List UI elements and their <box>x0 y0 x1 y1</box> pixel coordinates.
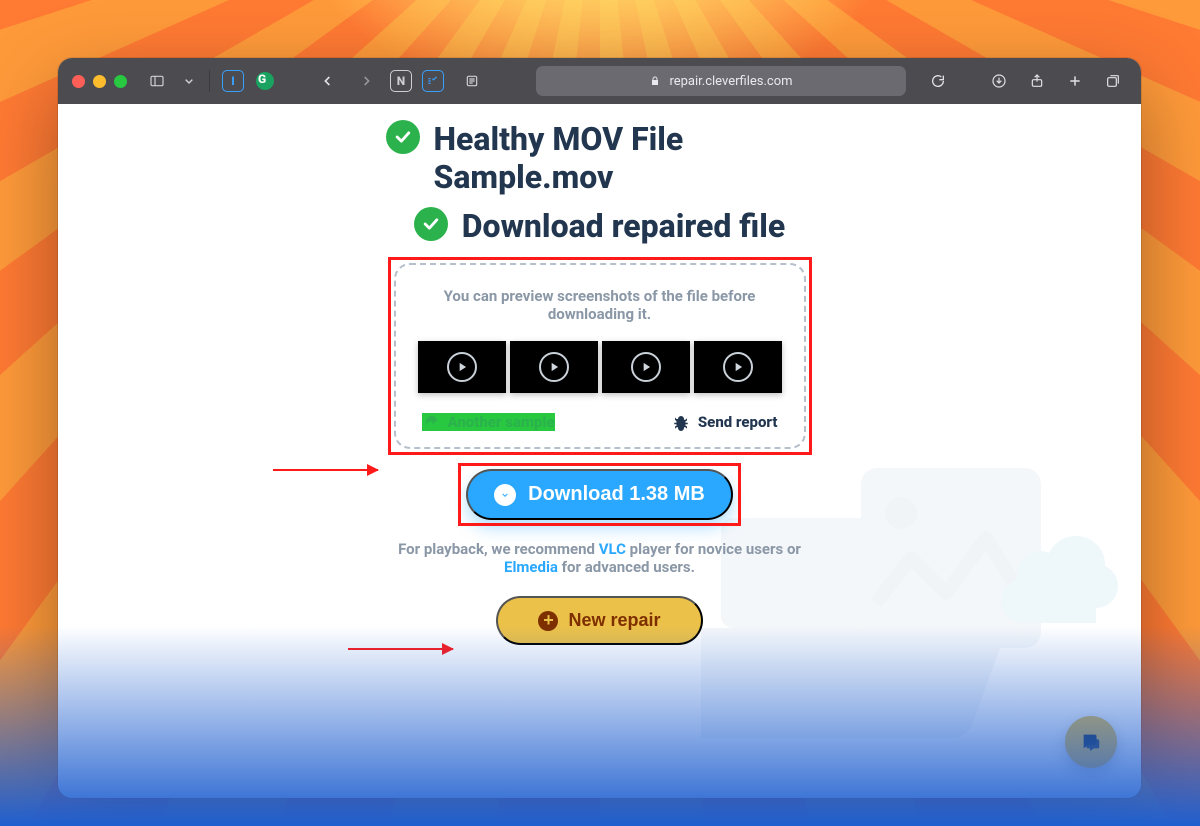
download-ready-status: Download repaired file <box>414 207 785 245</box>
page-content: Healthy MOV File Sample.mov Download rep… <box>58 104 1141 798</box>
playback-recommendation: For playback, we recommend VLC player fo… <box>390 540 810 576</box>
new-repair-label: New repair <box>568 610 660 631</box>
rec-text: for advanced users. <box>558 558 695 576</box>
healthy-file-title: Healthy MOV File Sample.mov <box>434 120 814 197</box>
desktop-wallpaper: I G N repair.cleverfiles.com <box>0 0 1200 826</box>
chat-fab[interactable] <box>1065 716 1117 768</box>
notion-extension-icon[interactable]: N <box>390 70 412 92</box>
annotation-arrow <box>273 469 378 471</box>
rec-text: For playback, we recommend <box>398 540 599 558</box>
minimize-window-button[interactable] <box>93 75 106 88</box>
todoist-extension-icon[interactable] <box>422 70 444 92</box>
downloads-button[interactable] <box>985 67 1013 95</box>
back-button[interactable] <box>314 67 342 95</box>
chevron-down-icon[interactable] <box>181 67 197 95</box>
new-repair-button[interactable]: + New repair <box>496 596 702 645</box>
rec-text: player for novice users or <box>626 540 801 558</box>
annotation-highlight-box <box>388 257 812 455</box>
share-button[interactable] <box>1023 67 1051 95</box>
check-icon <box>386 120 420 154</box>
new-tab-button[interactable] <box>1061 67 1089 95</box>
tab-overview-button[interactable] <box>1099 67 1127 95</box>
forward-button[interactable] <box>352 67 380 95</box>
download-ready-title: Download repaired file <box>462 207 785 245</box>
window-controls <box>72 75 127 88</box>
browser-toolbar: I G N repair.cleverfiles.com <box>58 58 1141 104</box>
check-icon <box>414 207 448 241</box>
address-bar[interactable]: repair.cleverfiles.com <box>536 66 906 96</box>
chat-icon <box>1080 731 1102 753</box>
url-text: repair.cleverfiles.com <box>669 74 792 89</box>
vlc-link[interactable]: VLC <box>599 540 626 558</box>
lock-icon <box>649 75 661 87</box>
safari-window: I G N repair.cleverfiles.com <box>58 58 1141 798</box>
fullscreen-window-button[interactable] <box>114 75 127 88</box>
reader-mode-icon[interactable] <box>458 67 486 95</box>
grammarly-extension-icon[interactable]: G <box>254 70 276 92</box>
annotation-highlight-box <box>458 463 741 526</box>
plus-icon: + <box>538 611 558 631</box>
reload-button[interactable] <box>924 67 952 95</box>
annotation-arrow <box>348 648 453 650</box>
sidebar-toggle-icon[interactable] <box>143 67 171 95</box>
healthy-file-status: Healthy MOV File Sample.mov <box>386 120 814 197</box>
extension-badge-i[interactable]: I <box>222 70 244 92</box>
close-window-button[interactable] <box>72 75 85 88</box>
elmedia-link[interactable]: Elmedia <box>504 558 558 576</box>
